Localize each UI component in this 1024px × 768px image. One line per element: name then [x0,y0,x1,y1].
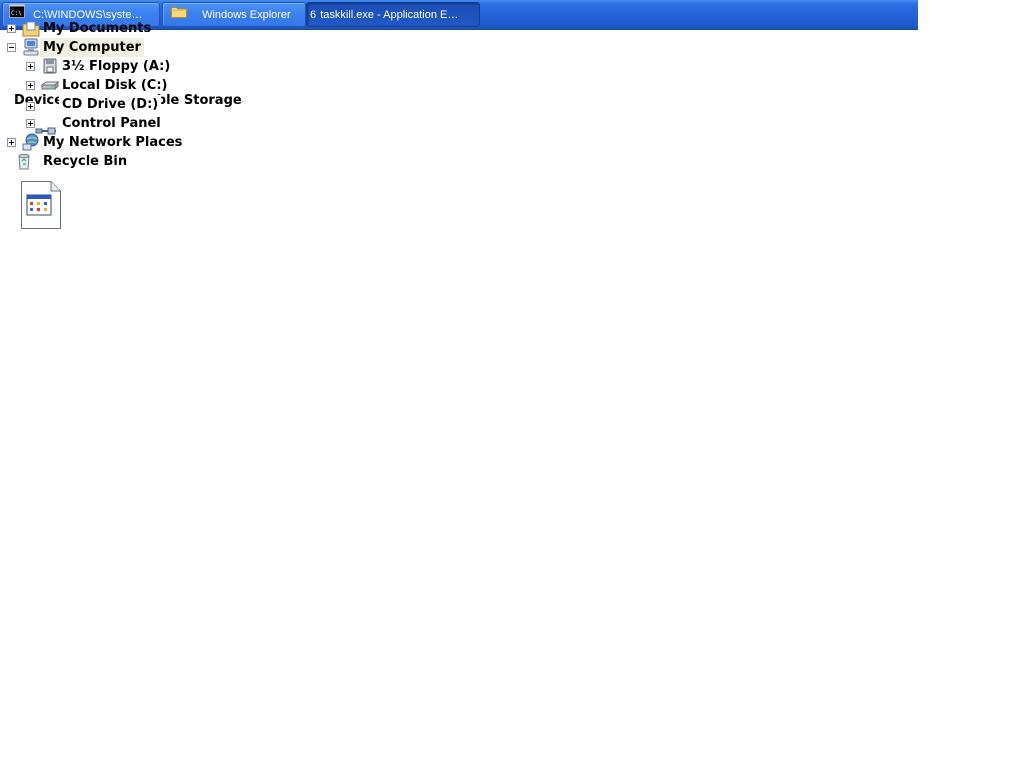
tree-item-floppy-a[interactable]: 3½ Floppy (A:) [0,57,200,76]
tree-item-label: CD Drive (D:) [59,95,162,114]
tree-item-my-computer[interactable]: My Computer [0,38,200,57]
tree-item-label: My Documents [43,21,152,36]
application-file-icon[interactable] [20,180,62,230]
expand-icon[interactable] [26,102,35,111]
tree-item-cd-drive-d[interactable]: CD Drive (D:) [0,95,162,114]
tree-item-label: My Computer [40,38,144,57]
tree-item-control-panel[interactable]: Control Panel [0,114,200,135]
expand-icon[interactable] [26,81,35,90]
expand-icon[interactable] [26,62,35,71]
tree-item-label: My Network Places [43,135,183,150]
taskbar-button-application-error[interactable]: 6 taskkill.exe - Application E… [306,2,480,27]
my-computer-icon [22,38,40,56]
tree-item-my-network-places[interactable]: My Network Places [0,133,200,152]
tree-item-label: Control Panel [62,116,161,131]
taskbar-button-label: taskkill.exe - Application E… [320,9,459,21]
tree-item-label: 3½ Floppy (A:) [62,59,171,74]
network-places-icon [22,133,40,151]
svg-text:C:\: C:\ [11,10,22,17]
taskbar-group-count: 6 [310,9,317,21]
recycle-bin-icon [16,152,40,170]
expand-icon[interactable] [7,24,16,33]
collapse-icon[interactable] [7,43,16,52]
tree-item-label: Recycle Bin [43,154,128,169]
my-documents-icon [22,20,40,38]
tree-item-recycle-bin[interactable]: Recycle Bin [0,152,200,171]
taskbar-button-label: Windows Explorer [202,9,291,21]
floppy-drive-icon [41,57,59,75]
overlay-text-storage: able Storage [148,93,242,108]
tree-item-my-documents[interactable]: My Documents [0,19,200,38]
expand-icon[interactable] [7,138,16,147]
